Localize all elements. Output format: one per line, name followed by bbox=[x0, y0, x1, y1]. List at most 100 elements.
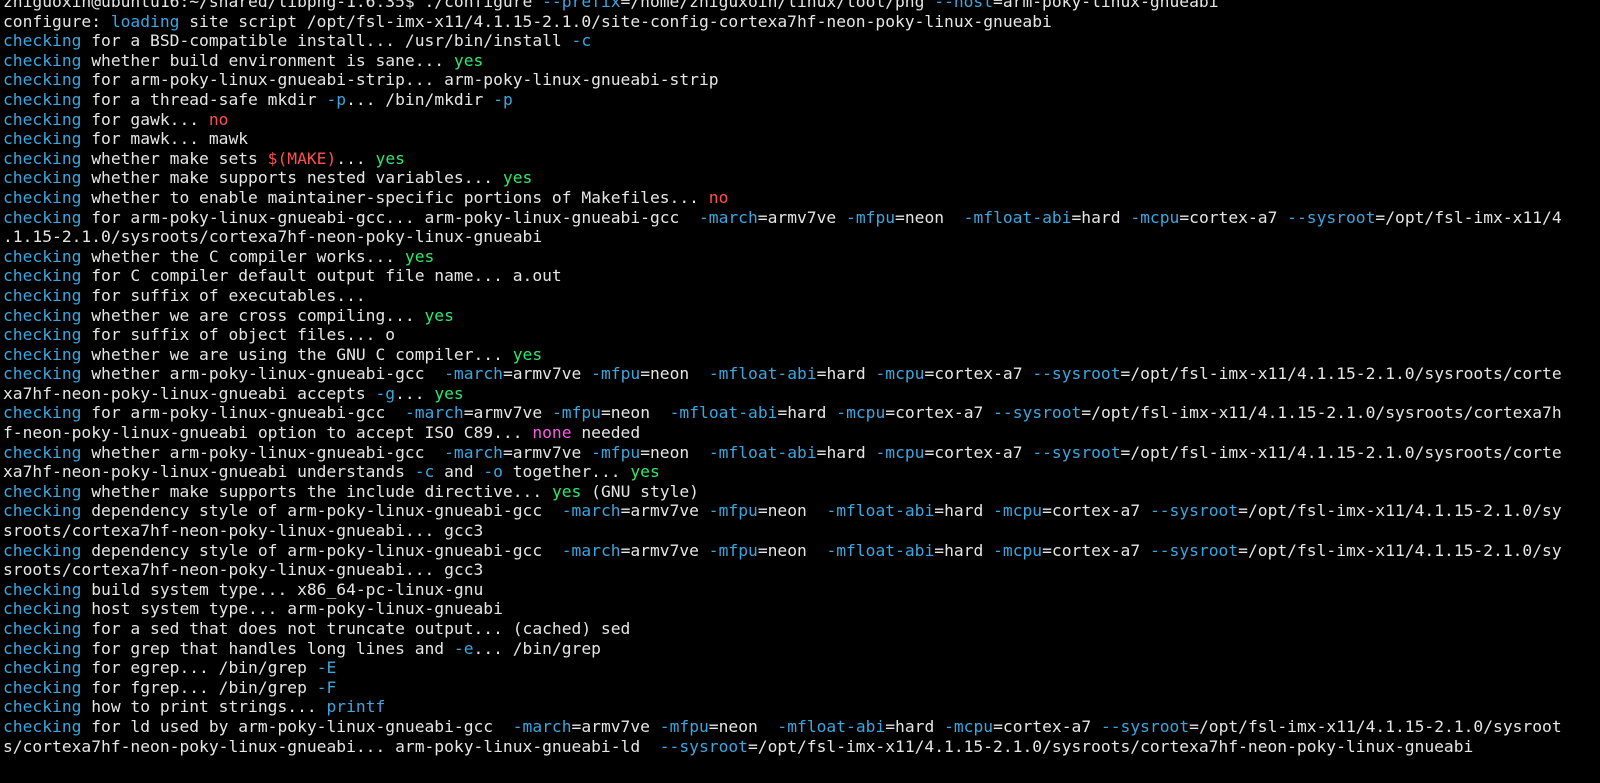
terminal-text: =/opt/fsl-imx-x11/4.1.15-2.1.0/sy bbox=[1238, 540, 1562, 560]
terminal-text: -mfpu bbox=[591, 364, 641, 384]
terminal-text: checking bbox=[3, 677, 82, 697]
terminal-text: =/opt/fsl-imx-x11/4.1.15-2.1.0/sysroots/… bbox=[1120, 364, 1562, 384]
terminal-text: --sysroot bbox=[1032, 364, 1121, 384]
terminal-text: for a BSD-compatible install... /usr/bin… bbox=[81, 31, 572, 51]
terminal-text: =cortex-a7 bbox=[924, 442, 1033, 462]
terminal-line: checking build system type... x86_64-pc-… bbox=[3, 580, 1600, 600]
terminal-line: checking whether the C compiler works...… bbox=[3, 247, 1600, 267]
terminal-text: =armv7ve bbox=[757, 207, 847, 227]
terminal-text: whether build environment is sane... bbox=[81, 50, 454, 70]
terminal-text: checking bbox=[3, 285, 82, 305]
terminal-text: whether arm-poky-linux-gnueabi-gcc bbox=[81, 442, 445, 462]
terminal-text: =armv7ve bbox=[502, 364, 592, 384]
terminal-line: checking for mawk... mawk bbox=[3, 129, 1600, 149]
terminal-text: for arm-poky-linux-gnueabi-gcc bbox=[81, 403, 405, 423]
terminal-text: =armv7ve bbox=[463, 403, 552, 423]
terminal-text: -march bbox=[512, 716, 572, 736]
terminal-text: -mcpu bbox=[1130, 207, 1180, 227]
terminal-text: for arm-poky-linux-gnueabi-strip... arm-… bbox=[81, 70, 719, 90]
terminal-text: checking bbox=[3, 207, 82, 227]
terminal-text: no bbox=[208, 109, 229, 129]
terminal-line: checking for ld used by arm-poky-linux-g… bbox=[3, 717, 1600, 737]
terminal-text: for a sed that does not truncate output.… bbox=[81, 619, 631, 638]
terminal-text: =neon bbox=[757, 501, 827, 521]
terminal-text: =hard bbox=[934, 501, 994, 521]
terminal-text: =/opt/fsl-imx-x11/4.1.15-2.1.0/sysroots/… bbox=[1081, 403, 1562, 423]
terminal-text: checking bbox=[3, 129, 82, 149]
terminal-line: checking for suffix of executables... bbox=[3, 286, 1600, 306]
terminal-text: =armv7ve bbox=[571, 716, 660, 736]
terminal-text: --sysroot bbox=[1149, 501, 1239, 521]
terminal-line: f-neon-poky-linux-gnueabi option to acce… bbox=[3, 423, 1600, 443]
terminal-line: xa7hf-neon-poky-linux-gnueabi understand… bbox=[3, 462, 1600, 482]
terminal-text: -mfloat-abi bbox=[708, 364, 817, 384]
terminal-text: =neon bbox=[895, 207, 964, 227]
terminal-text: -o bbox=[483, 462, 503, 482]
terminal-text: =cortex-a7 bbox=[924, 364, 1033, 384]
terminal-output[interactable]: zhiguoxin@ubuntu16:~/shared/libpng-1.6.3… bbox=[0, 0, 1600, 775]
terminal-text: -march bbox=[444, 442, 503, 462]
terminal-text: =armv7ve bbox=[620, 540, 709, 560]
terminal-line: checking whether arm-poky-linux-gnueabi-… bbox=[3, 364, 1600, 384]
terminal-text: checking bbox=[3, 70, 82, 90]
terminal-line: checking whether make supports the inclu… bbox=[3, 482, 1600, 502]
terminal-text: yes bbox=[375, 148, 405, 168]
terminal-text: =/home/zhiguxoin/linux/tool/png bbox=[620, 0, 935, 11]
terminal-text: .1.15-2.1.0/sysroots/cortexa7hf-neon-pok… bbox=[3, 227, 543, 247]
terminal-text: --host bbox=[934, 0, 994, 11]
terminal-text: yes bbox=[551, 481, 582, 501]
terminal-line: checking whether we are cross compiling.… bbox=[3, 306, 1600, 326]
terminal-text: checking bbox=[3, 168, 82, 188]
terminal-text: whether to enable maintainer-specific po… bbox=[81, 187, 709, 207]
terminal-text: how to print strings... bbox=[81, 697, 327, 717]
terminal-text: checking bbox=[3, 501, 82, 521]
terminal-text: ... /bin/grep bbox=[473, 638, 601, 658]
terminal-text: =neon bbox=[600, 403, 670, 423]
terminal-text: checking bbox=[3, 403, 82, 423]
terminal-text: checking bbox=[3, 187, 82, 207]
terminal-text: yes bbox=[424, 305, 454, 325]
terminal-text: yes bbox=[404, 246, 435, 266]
terminal-text: -F bbox=[316, 677, 337, 697]
terminal-text: =hard bbox=[934, 540, 994, 560]
terminal-text: -mfloat-abi bbox=[669, 403, 778, 423]
terminal-line: checking whether to enable maintainer-sp… bbox=[3, 188, 1600, 208]
terminal-text: =hard bbox=[1071, 207, 1131, 227]
terminal-text: for gawk... bbox=[81, 109, 209, 129]
terminal-text: loading bbox=[110, 11, 180, 31]
terminal-text: and bbox=[434, 462, 484, 482]
terminal-text: for arm-poky-linux-gnueabi-gcc... arm-po… bbox=[81, 207, 699, 227]
terminal-text: build system type... x86_64-pc-linux-gnu bbox=[81, 579, 484, 599]
terminal-text: =hard bbox=[816, 364, 876, 384]
terminal-text: =/opt/fsl-imx-x11/4.1.15-2.1.0/sysroot bbox=[1189, 716, 1562, 736]
terminal-text: -mfpu bbox=[846, 207, 896, 227]
terminal-text: =hard bbox=[777, 403, 837, 423]
terminal-line: checking for grep that handles long line… bbox=[3, 639, 1600, 659]
terminal-text: $(MAKE) bbox=[267, 148, 337, 168]
terminal-text: together... bbox=[502, 462, 631, 482]
terminal-text: checking bbox=[3, 481, 82, 501]
terminal-text: xa7hf-neon-poky-linux-gnueabi accepts bbox=[3, 383, 376, 403]
terminal-text: -march bbox=[561, 540, 621, 560]
terminal-line: checking for egrep... /bin/grep -E bbox=[3, 658, 1600, 678]
terminal-text: sroots/cortexa7hf-neon-poky-linux-gnueab… bbox=[3, 521, 484, 541]
terminal-text: -mfloat-abi bbox=[826, 540, 935, 560]
terminal-text: checking bbox=[3, 540, 82, 560]
terminal-text: (GNU style) bbox=[581, 481, 699, 501]
terminal-line: checking for C compiler default output f… bbox=[3, 266, 1600, 286]
terminal-text: -march bbox=[561, 501, 621, 521]
terminal-text: -c bbox=[571, 31, 592, 51]
terminal-line: checking for a BSD-compatible install...… bbox=[3, 31, 1600, 51]
terminal-text: whether we are cross compiling... bbox=[81, 305, 425, 325]
terminal-text: =cortex-a7 bbox=[1042, 501, 1150, 521]
terminal-text: dependency style of arm-poky-linux-gnuea… bbox=[81, 501, 562, 521]
terminal-text: sroots/cortexa7hf-neon-poky-linux-gnueab… bbox=[3, 560, 484, 580]
terminal-text: =/opt/fsl-imx-x11/4.1.15-2.1.0/sysroots/… bbox=[1120, 442, 1562, 462]
terminal-text: for ld used by arm-poky-linux-gnueabi-gc… bbox=[81, 716, 513, 736]
terminal-text: xa7hf-neon-poky-linux-gnueabi understand… bbox=[3, 462, 415, 482]
terminal-text: -mcpu bbox=[993, 540, 1043, 560]
terminal-line: checking whether make supports nested va… bbox=[3, 168, 1600, 188]
terminal-text: for suffix of executables... bbox=[81, 285, 366, 305]
terminal-text: -mfpu bbox=[659, 716, 709, 736]
terminal-text: for C compiler default output file name.… bbox=[81, 266, 562, 286]
